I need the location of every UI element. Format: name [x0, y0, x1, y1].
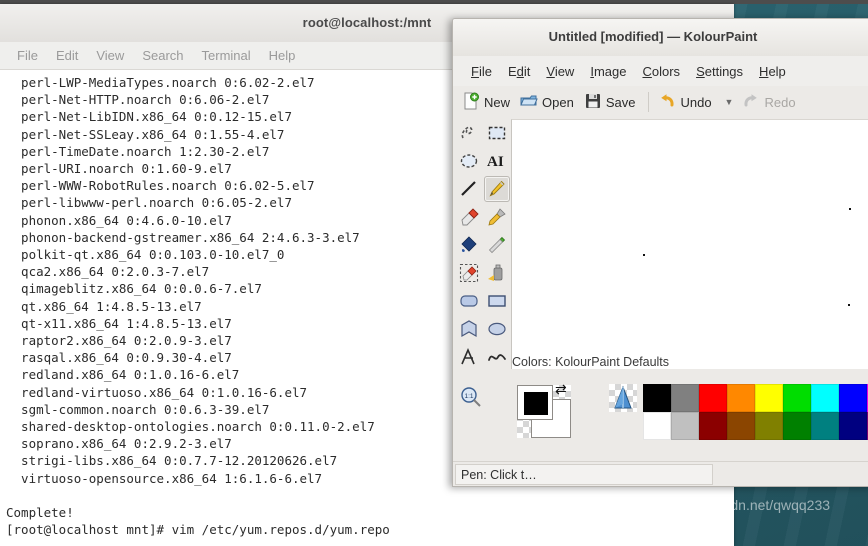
kp-menu-colors[interactable]: Colors: [634, 61, 688, 82]
color-picker-tool[interactable]: [485, 233, 509, 257]
palette-swatch[interactable]: [699, 384, 727, 412]
redo-arrow-icon: [742, 92, 760, 113]
text-tool[interactable]: AI: [485, 149, 509, 173]
eraser-tool[interactable]: [457, 205, 481, 229]
new-document-icon: [462, 92, 480, 113]
terminal-menu-search[interactable]: Search: [133, 45, 192, 66]
kp-menu-help[interactable]: Help: [751, 61, 794, 82]
kolourpaint-tool-palette-row2[interactable]: 1:1: [455, 381, 511, 441]
new-button[interactable]: New: [459, 90, 517, 115]
terminal-menu-file[interactable]: File: [8, 45, 47, 66]
palette-swatch[interactable]: [643, 412, 671, 440]
rectangle-tool[interactable]: [485, 289, 509, 313]
svg-text:AI: AI: [487, 154, 504, 170]
spraycan-tool[interactable]: [485, 261, 509, 285]
connected-lines-tool[interactable]: [457, 345, 481, 369]
ellipse-select-tool[interactable]: [457, 149, 481, 173]
palette-swatch[interactable]: [671, 384, 699, 412]
save-button[interactable]: Save: [581, 90, 643, 115]
rounded-rectangle-tool[interactable]: [457, 289, 481, 313]
color-eraser-tool[interactable]: [457, 261, 481, 285]
palette-swatch[interactable]: [783, 412, 811, 440]
color-palette[interactable]: [643, 384, 868, 440]
palette-swatch[interactable]: [671, 412, 699, 440]
kp-menu-view[interactable]: View: [538, 61, 582, 82]
canvas-dot: [848, 304, 850, 306]
foreground-color-fill: [524, 392, 548, 415]
kp-menu-image[interactable]: Image: [582, 61, 634, 82]
kolourpaint-titlebar[interactable]: Untitled [modified] — KolourPaint: [453, 19, 868, 57]
palette-swatch[interactable]: [755, 412, 783, 440]
floppy-disk-icon: [584, 92, 602, 113]
kp-menu-edit[interactable]: Edit: [500, 61, 538, 82]
terminal-menu-help[interactable]: Help: [260, 45, 305, 66]
palette-swatch[interactable]: [811, 412, 839, 440]
swap-colors-icon[interactable]: ⇄: [555, 381, 567, 398]
palette-swatch[interactable]: [727, 384, 755, 412]
svg-text:1:1: 1:1: [464, 393, 473, 400]
pen-tool[interactable]: [484, 176, 510, 202]
open-button-label: Open: [542, 94, 574, 110]
terminal-menu-terminal[interactable]: Terminal: [193, 45, 260, 66]
brush-tool[interactable]: [485, 205, 509, 229]
kolourpaint-canvas[interactable]: [511, 119, 868, 370]
line-tool[interactable]: [457, 177, 481, 201]
foreground-color-swatch[interactable]: [517, 385, 553, 420]
kolourpaint-menubar[interactable]: File Edit View Image Colors Settings Hel…: [453, 56, 868, 86]
kp-menu-settings[interactable]: Settings: [688, 61, 751, 82]
flood-fill-tool[interactable]: [457, 233, 481, 257]
free-form-select-tool[interactable]: [457, 121, 481, 145]
terminal-menu-view[interactable]: View: [87, 45, 133, 66]
open-folder-icon: [520, 92, 538, 113]
undo-button-label: Undo: [680, 94, 712, 110]
palette-swatch[interactable]: [811, 384, 839, 412]
terminal-prompt-line: [root@localhost mnt]# vim /etc/yum.repos…: [6, 522, 390, 538]
color-swatch-pair[interactable]: ⇄: [517, 381, 571, 438]
palette-swatch[interactable]: [839, 412, 867, 440]
polygon-tool[interactable]: [457, 317, 481, 341]
redo-button[interactable]: Redo: [739, 90, 802, 115]
canvas-dot: [849, 208, 851, 210]
toolbar-separator: [648, 92, 650, 112]
palette-swatch[interactable]: [783, 384, 811, 412]
undo-arrow-icon: [658, 92, 676, 113]
status-text: Pen: Click t…: [455, 464, 713, 485]
canvas-dot: [643, 254, 645, 256]
terminal-menu-edit[interactable]: Edit: [47, 45, 87, 66]
rectangle-select-tool[interactable]: [485, 121, 509, 145]
open-button[interactable]: Open: [517, 90, 581, 115]
kolourpaint-tool-palette[interactable]: AI: [455, 119, 511, 381]
undo-dropdown-chevron-down-icon[interactable]: ▼: [719, 97, 740, 107]
undo-button[interactable]: Undo: [655, 90, 718, 115]
transparent-color-icon[interactable]: [609, 384, 637, 412]
palette-swatch[interactable]: [643, 384, 671, 412]
save-button-label: Save: [605, 94, 636, 110]
curve-tool[interactable]: [485, 345, 509, 369]
palette-swatch[interactable]: [699, 412, 727, 440]
palette-swatch[interactable]: [727, 412, 755, 440]
palette-swatch[interactable]: [839, 384, 867, 412]
new-button-label: New: [484, 94, 511, 110]
colors-label: Colors: KolourPaint Defaults: [512, 355, 670, 369]
terminal-line-complete: Complete!: [6, 505, 74, 521]
redo-button-label: Redo: [764, 94, 796, 110]
kolourpaint-title: Untitled [modified] — KolourPaint: [548, 29, 758, 44]
kolourpaint-toolbar[interactable]: New Open Save Undo ▼ Redo: [453, 86, 868, 118]
zoom-tool[interactable]: 1:1: [459, 385, 483, 409]
kp-menu-file-label: ile: [478, 63, 492, 79]
palette-swatch[interactable]: [755, 384, 783, 412]
ellipse-tool[interactable]: [485, 317, 509, 341]
kp-menu-file[interactable]: File: [463, 61, 500, 82]
